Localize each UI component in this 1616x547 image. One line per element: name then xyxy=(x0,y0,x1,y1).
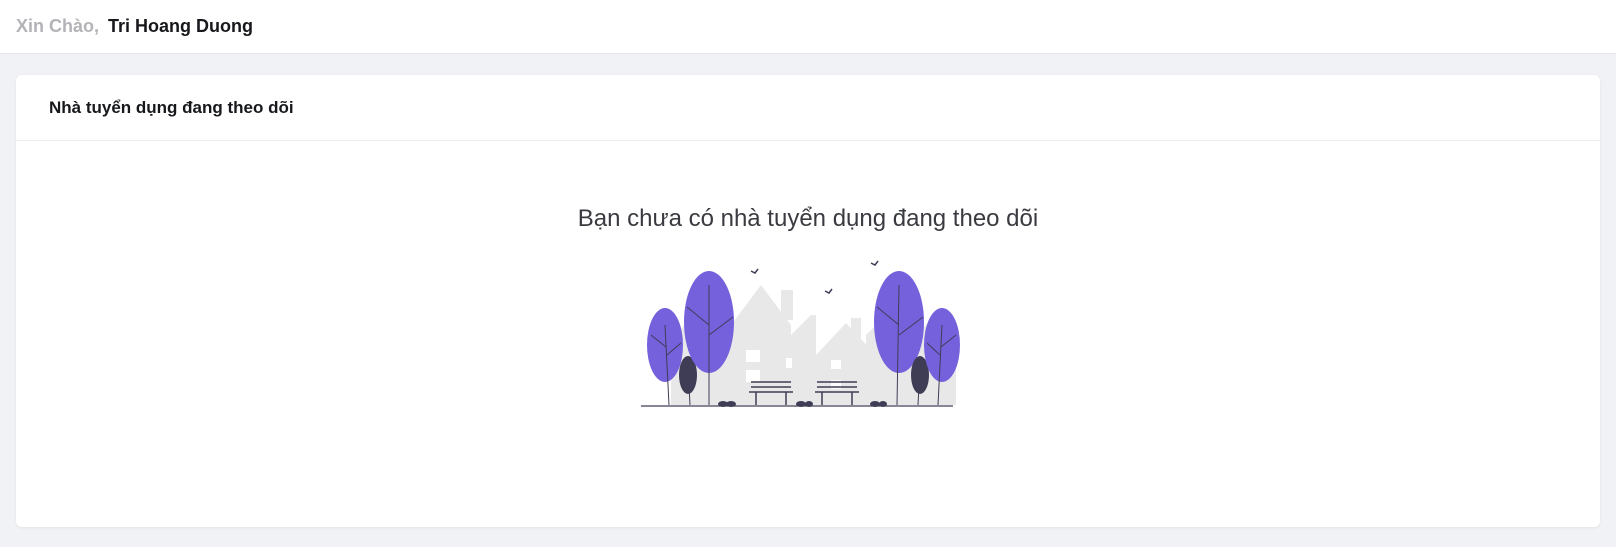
user-name[interactable]: Tri Hoang Duong xyxy=(108,16,253,37)
empty-state-message: Bạn chưa có nhà tuyển dụng đang theo dõi xyxy=(577,205,1039,232)
birds xyxy=(750,260,879,294)
greeting-text: Xin Chào, xyxy=(16,16,100,36)
card-title: Nhà tuyển dụng đang theo dõi xyxy=(49,97,294,117)
card-header: Nhà tuyển dụng đang theo dõi xyxy=(16,75,1600,141)
followed-employers-card: Nhà tuyển dụng đang theo dõi Bạn chưa có… xyxy=(16,75,1600,527)
empty-state-illustration xyxy=(641,260,960,407)
top-bar: Xin Chào, Tri Hoang Duong xyxy=(0,0,1616,54)
